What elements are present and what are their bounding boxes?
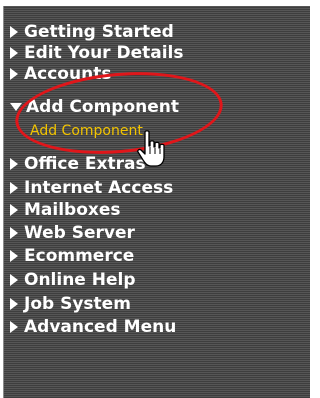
menu-item-label: Accounts <box>24 64 112 84</box>
triangle-right-icon <box>10 204 18 216</box>
menu-item-edit-your-details[interactable]: Edit Your Details <box>10 43 184 63</box>
triangle-right-icon <box>10 298 18 310</box>
menu-item-label: Online Help <box>24 270 136 290</box>
menu-item-add-component[interactable]: Add Component <box>10 97 179 117</box>
menu-item-office-extras[interactable]: Office Extras <box>10 154 146 174</box>
triangle-right-icon <box>10 182 18 194</box>
menu-item-getting-started[interactable]: Getting Started <box>10 22 174 42</box>
menu-item-internet-access[interactable]: Internet Access <box>10 178 173 198</box>
submenu-item-label: Add Component <box>30 123 143 139</box>
triangle-down-icon <box>10 103 22 111</box>
menu-item-online-help[interactable]: Online Help <box>10 270 136 290</box>
menu-item-label: Internet Access <box>24 178 174 198</box>
submenu-item-add-component[interactable]: Add Component <box>30 122 143 140</box>
triangle-right-icon <box>10 47 18 59</box>
menu-item-label: Ecommerce <box>24 246 135 266</box>
menu-item-mailboxes[interactable]: Mailboxes <box>10 200 121 220</box>
triangle-right-icon <box>10 321 18 333</box>
menu-item-label: Edit Your Details <box>24 43 184 63</box>
menu-item-label: Job System <box>24 294 131 314</box>
menu-item-label: Web Server <box>24 223 135 243</box>
menu-item-ecommerce[interactable]: Ecommerce <box>10 246 134 266</box>
triangle-right-icon <box>10 26 18 38</box>
menu-item-label: Mailboxes <box>24 200 121 220</box>
side-navigation-menu: Getting Started Edit Your Details Accoun… <box>3 6 310 398</box>
triangle-right-icon <box>10 274 18 286</box>
menu-item-label: Add Component <box>26 97 179 117</box>
menu-item-accounts[interactable]: Accounts <box>10 64 111 84</box>
triangle-right-icon <box>10 68 18 80</box>
triangle-right-icon <box>10 158 18 170</box>
triangle-right-icon <box>10 227 18 239</box>
menu-item-advanced-menu[interactable]: Advanced Menu <box>10 317 176 337</box>
menu-item-label: Advanced Menu <box>24 317 177 337</box>
menu-item-label: Office Extras <box>24 154 146 174</box>
menu-item-job-system[interactable]: Job System <box>10 294 131 314</box>
menu-item-web-server[interactable]: Web Server <box>10 223 135 243</box>
menu-item-label: Getting Started <box>24 22 174 42</box>
triangle-right-icon <box>10 250 18 262</box>
